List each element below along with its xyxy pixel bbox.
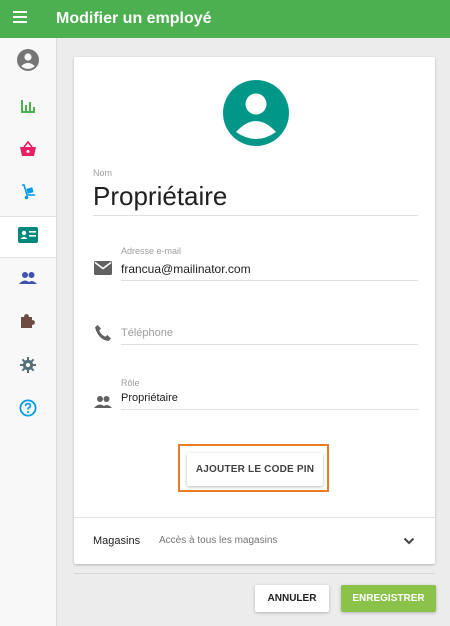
- people-icon: [19, 271, 37, 290]
- page-title: Modifier un employé: [56, 10, 212, 27]
- gear-icon: [20, 356, 36, 378]
- sidebar-item-profile[interactable]: [0, 42, 56, 82]
- phone-icon: [94, 324, 114, 344]
- chevron-down-icon[interactable]: [400, 532, 418, 550]
- email-label: Adresse e-mail: [121, 246, 182, 256]
- sidebar-item-sales[interactable]: [0, 131, 56, 171]
- save-button[interactable]: ENREGISTRER: [341, 585, 436, 612]
- email-field[interactable]: francua@mailinator.com: [121, 262, 251, 276]
- phone-field[interactable]: Téléphone: [121, 327, 173, 339]
- sidebar-item-inventory[interactable]: [0, 174, 56, 214]
- menu-button[interactable]: [0, 0, 40, 38]
- help-circle-icon: [19, 399, 37, 422]
- basket-icon: [19, 140, 37, 162]
- stores-value: Accès à tous les magasins: [159, 535, 278, 546]
- sidebar-item-settings[interactable]: [0, 347, 56, 387]
- sidebar-nav: [0, 38, 57, 626]
- phone-underline: [121, 344, 418, 345]
- account-circle-icon: [16, 48, 40, 77]
- email-underline: [121, 280, 418, 281]
- employee-avatar-icon: [223, 80, 289, 146]
- bar-chart-icon: [20, 98, 36, 119]
- menu-icon: [13, 10, 27, 28]
- badge-card-icon: [18, 226, 38, 248]
- role-people-icon: [94, 395, 114, 415]
- name-field[interactable]: Propriétaire: [93, 181, 227, 212]
- hand-truck-icon: [20, 183, 36, 205]
- name-label: Nom: [93, 168, 113, 178]
- role-select[interactable]: Propriétaire: [121, 392, 178, 404]
- sidebar-item-customers[interactable]: [0, 260, 56, 300]
- stores-label: Magasins: [93, 535, 141, 547]
- sidebar-item-reports[interactable]: [0, 88, 56, 128]
- role-underline: [121, 409, 418, 410]
- sidebar-item-employees[interactable]: [0, 216, 56, 258]
- email-icon: [94, 261, 114, 281]
- sidebar-item-help[interactable]: [0, 390, 56, 430]
- stores-row[interactable]: Magasins Accès à tous les magasins: [74, 517, 435, 564]
- puzzle-icon: [20, 313, 36, 334]
- role-label: Rôle: [121, 378, 140, 388]
- name-underline: [93, 215, 418, 216]
- footer-divider: [74, 573, 435, 574]
- app-bar: Modifier un employé: [0, 0, 450, 38]
- cancel-button[interactable]: ANNULER: [255, 585, 329, 612]
- sidebar-item-integrations[interactable]: [0, 303, 56, 343]
- pin-button-highlight: [178, 444, 329, 492]
